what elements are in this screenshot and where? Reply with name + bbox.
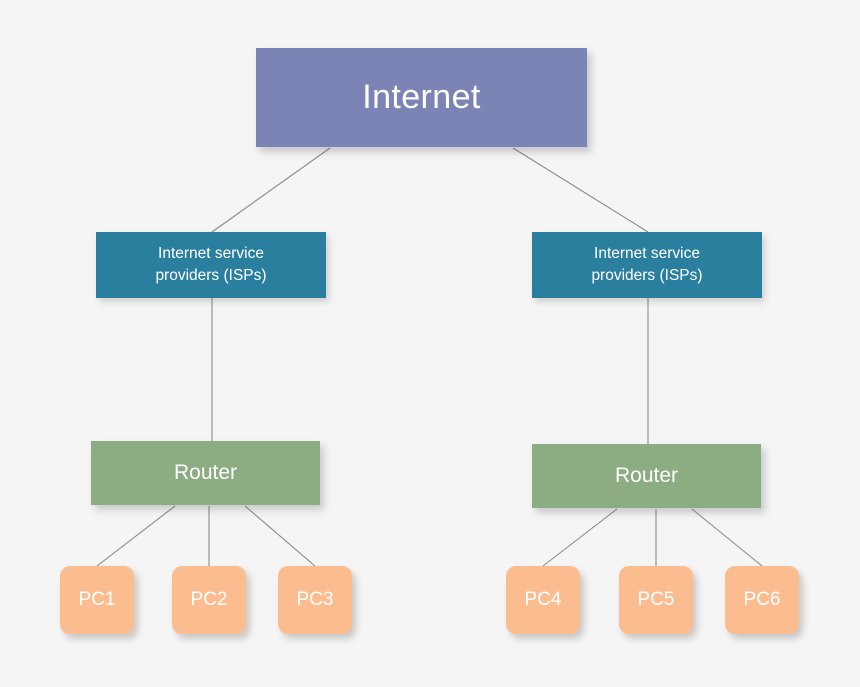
edge-internet-to-isp_right [512, 147, 649, 233]
node-pc3-label: PC3 [296, 589, 334, 610]
node-pc4-label: PC4 [524, 589, 562, 610]
node-internet[interactable]: Internet [256, 48, 587, 147]
edge-internet-to-isp_left [211, 147, 331, 233]
node-pc2-label: PC2 [190, 589, 228, 610]
network-diagram: Internet Internet service providers (ISP… [0, 0, 860, 687]
node-pc6-label: PC6 [743, 589, 781, 610]
node-router-left-label: Router [173, 461, 238, 484]
node-pc1-label: PC1 [78, 589, 116, 610]
node-pc2[interactable]: PC2 [172, 566, 246, 634]
edge-router_left-to-pc1 [96, 505, 176, 567]
node-pc5[interactable]: PC5 [619, 566, 693, 634]
node-pc4[interactable]: PC4 [506, 566, 580, 634]
node-pc5-label: PC5 [637, 589, 675, 610]
node-router-right-label: Router [614, 464, 679, 487]
node-pc6[interactable]: PC6 [725, 566, 799, 634]
node-pc3[interactable]: PC3 [278, 566, 352, 634]
node-router-left[interactable]: Router [91, 441, 320, 505]
node-isp-left-label: Internet service providers (ISPs) [155, 245, 267, 284]
edge-router_right-to-pc6 [691, 508, 763, 567]
edge-router_right-to-pc4 [542, 508, 618, 567]
node-pc1[interactable]: PC1 [60, 566, 134, 634]
node-router-right[interactable]: Router [532, 444, 761, 508]
node-isp-right-label: Internet service providers (ISPs) [591, 245, 703, 284]
node-isp-left[interactable]: Internet service providers (ISPs) [96, 232, 326, 298]
edge-router_left-to-pc3 [244, 505, 316, 567]
node-isp-right[interactable]: Internet service providers (ISPs) [532, 232, 762, 298]
node-internet-label: Internet [362, 78, 481, 116]
